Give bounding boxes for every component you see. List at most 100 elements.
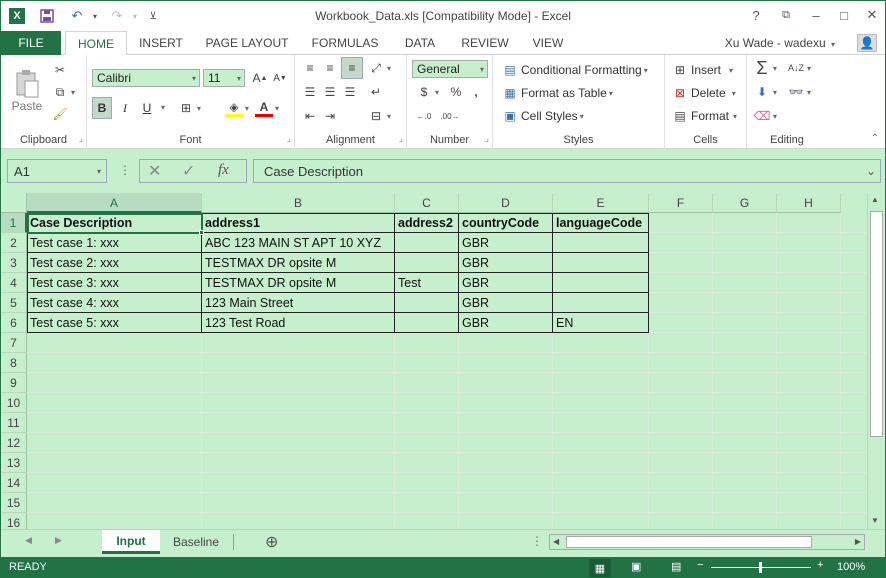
column-header-g[interactable]: G <box>713 193 777 213</box>
column-header-h[interactable]: H <box>777 193 841 213</box>
more-options-icon[interactable]: ⋮ <box>119 163 131 177</box>
ribbon-display-options-icon[interactable]: ⧉ <box>775 5 797 25</box>
wrap-text-button[interactable]: ↵ <box>367 83 385 101</box>
bottom-align-button[interactable]: ≡ <box>341 57 363 79</box>
cell-e1[interactable]: languageCode <box>553 213 648 233</box>
cell-d1[interactable]: countryCode <box>459 213 552 233</box>
row-header-3[interactable]: 3 <box>1 253 27 273</box>
align-right-button[interactable]: ☰ <box>341 83 359 101</box>
middle-align-button[interactable]: ≡ <box>321 59 339 77</box>
cell-a3[interactable]: Test case 2: xxx <box>27 253 201 273</box>
top-align-button[interactable]: ≡ <box>301 59 319 77</box>
row-header-2[interactable]: 2 <box>1 233 27 253</box>
autosum-button[interactable]: Σ ▾ <box>753 58 777 78</box>
row-header-13[interactable]: 13 <box>1 453 27 473</box>
comma-style-button[interactable]: , <box>467 83 485 101</box>
zoom-out-icon[interactable]: − <box>697 559 703 571</box>
cell-b4[interactable]: TESTMAX DR opsite M <box>202 273 394 293</box>
minimize-button[interactable]: – <box>805 5 827 25</box>
accounting-format-button[interactable]: $ ▾ <box>415 83 439 101</box>
find-select-button[interactable]: 👓 ▾ <box>787 83 812 101</box>
format-cells-button[interactable]: ▤ Format ▾ <box>671 107 737 125</box>
scroll-right-icon[interactable]: ▶ <box>855 537 861 546</box>
increase-font-button[interactable]: A ▲ <box>251 69 269 87</box>
help-button[interactable]: ? <box>745 5 767 25</box>
avatar[interactable]: 👤 <box>857 34 877 52</box>
align-left-button[interactable]: ☰ <box>301 83 319 101</box>
row-header-11[interactable]: 11 <box>1 413 27 433</box>
insert-function-icon[interactable]: fx <box>218 162 229 179</box>
increase-indent-button[interactable]: ⇥ <box>321 107 339 125</box>
worksheet-grid[interactable]: ABCDEFGH 1 2 3 4 5 6 7 8 9 10 11 12 13 14 15 16 Case De… <box>1 193 867 529</box>
column-header-c[interactable]: C <box>395 193 459 213</box>
cell-e3[interactable] <box>553 253 648 273</box>
page-break-preview-icon[interactable]: ▤ <box>671 560 681 573</box>
cell-a4[interactable]: Test case 3: xxx <box>27 273 201 293</box>
font-launcher-icon[interactable]: ⌟ <box>287 133 291 144</box>
tab-insert[interactable]: INSERT <box>131 31 191 55</box>
tab-data[interactable]: DATA <box>395 31 445 55</box>
cell-e5[interactable] <box>553 293 648 313</box>
cell-d3[interactable]: GBR <box>459 253 552 273</box>
font-name-select[interactable]: Calibri ▾ <box>92 69 200 87</box>
cell-a2[interactable]: Test case 1: xxx <box>27 233 201 253</box>
column-header-d[interactable]: D <box>459 193 553 213</box>
fill-button[interactable]: ⬇ ▾ <box>753 83 777 101</box>
name-box[interactable]: A1 ▾ <box>7 159 107 183</box>
borders-button[interactable]: ⊞ ▾ <box>177 99 201 117</box>
enter-check-icon[interactable]: ✓ <box>182 161 195 181</box>
cell-e4[interactable] <box>553 273 648 293</box>
percent-style-button[interactable]: % <box>447 83 465 101</box>
page-layout-view-icon[interactable]: ▣ <box>631 560 641 573</box>
row-header-5[interactable]: 5 <box>1 293 27 313</box>
decrease-indent-button[interactable]: ⇤ <box>301 107 319 125</box>
cell-b2[interactable]: ABC 123 MAIN ST APT 10 XYZ <box>202 233 394 253</box>
tab-review[interactable]: REVIEW <box>455 31 515 55</box>
tab-formulas[interactable]: FORMULAS <box>305 31 385 55</box>
sheet-tab-baseline[interactable]: Baseline <box>163 530 229 554</box>
formula-input[interactable]: Case Description ⌄ <box>253 159 881 183</box>
clear-button[interactable]: ⌫ ▾ <box>753 107 778 125</box>
row-header-1[interactable]: 1 <box>1 213 27 233</box>
copy-button[interactable]: ⧉ ▾ <box>51 83 75 101</box>
fill-color-button[interactable]: ◈ ▾ <box>225 99 249 117</box>
cell-d4[interactable]: GBR <box>459 273 552 293</box>
horizontal-scroll-thumb[interactable] <box>566 536 812 548</box>
maximize-button[interactable]: □ <box>833 5 855 25</box>
cell-c3[interactable] <box>395 253 458 273</box>
format-as-table-button[interactable]: ▦ Format as Table ▾ <box>501 84 613 102</box>
sort-filter-button[interactable]: A↓Z ▾ <box>787 59 811 77</box>
row-header-14[interactable]: 14 <box>1 473 27 493</box>
align-center-button[interactable]: ☰ <box>321 83 339 101</box>
paste-button[interactable]: Paste <box>7 59 47 113</box>
scroll-down-icon[interactable]: ▼ <box>871 516 879 525</box>
new-sheet-icon[interactable]: ⊕ <box>265 532 278 552</box>
row-header-16[interactable]: 16 <box>1 513 27 529</box>
decrease-font-button[interactable]: A ▼ <box>271 69 289 87</box>
conditional-formatting-button[interactable]: ▤ Conditional Formatting ▾ <box>501 61 647 79</box>
column-header-e[interactable]: E <box>553 193 649 213</box>
insert-cells-button[interactable]: ⊞ Insert ▾ <box>671 61 733 79</box>
cell-a6[interactable]: Test case 5: xxx <box>27 313 201 333</box>
row-header-15[interactable]: 15 <box>1 493 27 513</box>
scroll-up-icon[interactable]: ▲ <box>871 195 879 204</box>
font-size-select[interactable]: 11 ▾ <box>203 69 245 87</box>
tab-page-layout[interactable]: PAGE LAYOUT <box>199 31 295 55</box>
format-painter-button[interactable]: 🖌 <box>51 105 69 123</box>
cell-styles-button[interactable]: ▣ Cell Styles ▾ <box>501 107 583 125</box>
horizontal-scrollbar[interactable]: ◀ ▶ <box>549 534 865 550</box>
tab-view[interactable]: VIEW <box>525 31 571 55</box>
sheet-tab-input[interactable]: Input <box>102 530 160 554</box>
tab-file[interactable]: FILE <box>1 31 61 55</box>
bold-button[interactable]: B <box>92 97 112 119</box>
cell-c4[interactable]: Test <box>395 273 458 293</box>
scroll-left-icon[interactable]: ◀ <box>553 537 559 546</box>
number-format-select[interactable]: General ▾ <box>412 60 488 78</box>
italic-button[interactable]: I <box>115 97 135 119</box>
column-header-f[interactable]: F <box>649 193 713 213</box>
cell-d6[interactable]: GBR <box>459 313 552 333</box>
zoom-level[interactable]: 100% <box>837 561 865 573</box>
cell-a5[interactable]: Test case 4: xxx <box>27 293 201 313</box>
next-sheet-icon[interactable]: ▶ <box>55 535 62 546</box>
fill-handle[interactable] <box>199 230 204 235</box>
